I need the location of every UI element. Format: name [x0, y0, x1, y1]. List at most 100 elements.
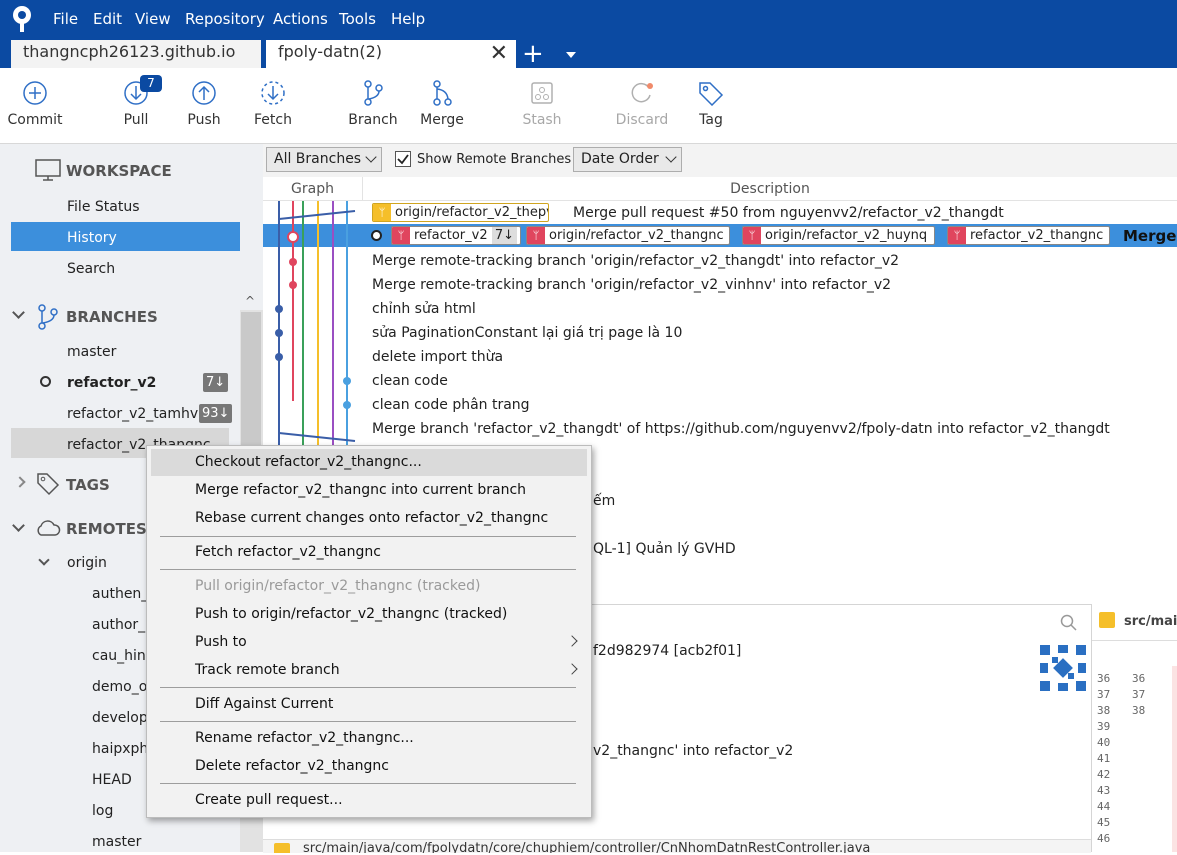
pull-button[interactable]: 7 Pull — [101, 75, 171, 128]
menu-help[interactable]: Help — [391, 10, 425, 28]
discard-button[interactable]: Discard — [607, 80, 677, 128]
chevron-down-icon[interactable] — [38, 554, 50, 566]
close-icon[interactable]: ✕ — [490, 41, 508, 66]
remote-origin[interactable]: origin — [67, 550, 107, 576]
graph-column-header[interactable]: Graph — [263, 177, 363, 201]
remote-branch-item[interactable]: author_h — [92, 612, 154, 638]
menu-repository[interactable]: Repository — [185, 10, 265, 28]
menu-item-pull-tracked[interactable]: Pull origin/refactor_v2_thangnc (tracked… — [148, 573, 590, 600]
remotes-header[interactable]: REMOTES — [66, 520, 147, 544]
tag-button[interactable]: Tag — [676, 80, 746, 128]
merge-button[interactable]: Merge — [407, 80, 477, 128]
search-icon[interactable] — [1060, 614, 1078, 632]
sidebar-scroll-thumb[interactable] — [241, 312, 261, 452]
commit-message[interactable]: Merge remote-tracking branch 'origin/ref… — [372, 249, 899, 273]
menu-item-diff-against-current[interactable]: Diff Against Current — [148, 691, 590, 718]
file-list-row[interactable]: src/main/java/com/fpolydatn/core/chuphie… — [263, 839, 1091, 853]
commit-message-detail: v2_thangnc' into refactor_v2 — [593, 743, 794, 759]
stash-label: Stash — [522, 112, 562, 128]
menu-tools[interactable]: Tools — [339, 10, 376, 28]
show-remote-checkbox[interactable] — [395, 151, 411, 167]
menu-actions[interactable]: Actions — [273, 10, 328, 28]
commit-message[interactable]: delete import thừa — [372, 345, 503, 369]
fetch-label: Fetch — [254, 112, 292, 128]
title-bar: File Edit View Repository Actions Tools … — [0, 0, 1177, 38]
branch-icon — [364, 80, 383, 106]
scroll-up-icon[interactable]: ^ — [245, 294, 255, 308]
line-number: 36 — [1097, 672, 1111, 685]
commit-message[interactable]: clean code phân trang — [372, 393, 530, 417]
ref-label-local[interactable]: ᛘ refactor_v2 7↓ — [391, 226, 521, 245]
commit-message[interactable]: sửa PaginationConstant lại giá trị page … — [372, 321, 682, 345]
diff-removed-gutter — [1172, 666, 1177, 852]
remote-branch-item[interactable]: haipxph — [92, 736, 148, 762]
menu-separator — [160, 687, 576, 688]
sidebar-item-history[interactable]: History — [67, 225, 117, 251]
ref-label-remote[interactable]: ᛘ origin/refactor_v2_thangnc — [526, 226, 730, 245]
commit-button[interactable]: Commit — [0, 80, 70, 128]
tags-header[interactable]: TAGS — [66, 476, 110, 500]
sidebar-item-search[interactable]: Search — [67, 256, 115, 282]
line-number: 40 — [1097, 736, 1111, 749]
menu-item-delete[interactable]: Delete refactor_v2_thangnc — [148, 753, 590, 780]
branch-button[interactable]: Branch — [338, 80, 408, 128]
menu-item-rename[interactable]: Rename refactor_v2_thangnc... — [148, 725, 590, 752]
push-button[interactable]: Push — [169, 80, 239, 128]
menu-item-push-tracked[interactable]: Push to origin/refactor_v2_thangnc (trac… — [148, 601, 590, 628]
chevron-down-icon[interactable] — [12, 519, 25, 532]
commit-message[interactable]: Merge branch 'refactor_v2_thangdt' of ht… — [372, 417, 1110, 441]
menu-view[interactable]: View — [135, 10, 171, 28]
remote-branch-item[interactable]: develop — [92, 705, 148, 731]
line-number: 39 — [1097, 720, 1111, 733]
tab-repo-fpoly-datn[interactable]: fpoly-datn(2) ✕ — [266, 40, 516, 68]
remote-branch-item[interactable]: log — [92, 798, 113, 824]
menu-item-push-to[interactable]: Push to — [148, 629, 590, 656]
branch-item-refactor-v2[interactable]: refactor_v2 — [67, 370, 156, 396]
ref-label-local[interactable]: ᛘ refactor_v2_thangnc — [947, 226, 1110, 245]
line-number: 45 — [1097, 816, 1111, 829]
commit-message[interactable]: QL-1] Quản lý GVHD — [593, 537, 736, 561]
sidebar-item-file-status[interactable]: File Status — [67, 194, 140, 220]
ref-name: refactor_v2 — [414, 228, 488, 243]
file-path: src/main/java/com/fpolydatn/core/chuphie… — [303, 841, 871, 853]
menu-item-merge[interactable]: Merge refactor_v2_thangnc into current b… — [148, 477, 590, 504]
description-column-header[interactable]: Description — [363, 177, 1177, 201]
chevron-down-icon[interactable] — [12, 306, 25, 319]
commit-message[interactable]: Merge pull request #50 from nguyenvv2/re… — [573, 201, 1004, 225]
commit-message[interactable]: chỉnh sửa html — [372, 297, 476, 321]
order-select[interactable]: Date Order — [573, 147, 682, 172]
workspace-header[interactable]: WORKSPACE — [66, 162, 172, 186]
remote-branch-item[interactable]: master — [92, 829, 141, 855]
menu-item-track-remote[interactable]: Track remote branch — [148, 657, 590, 684]
branch-ref-icon: ᛘ — [743, 227, 761, 244]
fetch-button[interactable]: Fetch — [238, 80, 308, 128]
branch-item-master[interactable]: master — [67, 339, 116, 365]
discard-icon — [631, 82, 653, 103]
menu-edit[interactable]: Edit — [93, 10, 122, 28]
branch-filter-select[interactable]: All Branches — [266, 147, 382, 172]
remote-branch-item[interactable]: demo_o — [92, 674, 147, 700]
commit-message[interactable]: Merge remote-tracking branch 'origin/ref… — [372, 273, 891, 297]
branch-item-refactor-v2-tamhv[interactable]: refactor_v2_tamhv — [67, 401, 198, 427]
commit-message[interactable]: clean code — [372, 369, 448, 393]
branches-header[interactable]: BRANCHES — [66, 308, 158, 332]
menu-item-create-pull-request[interactable]: Create pull request... — [148, 787, 590, 814]
remote-branch-item[interactable]: HEAD — [92, 767, 132, 793]
menu-item-fetch[interactable]: Fetch refactor_v2_thangnc — [148, 539, 590, 566]
tag-icon — [699, 82, 724, 106]
tab-dropdown-icon[interactable] — [566, 52, 576, 58]
divider — [1092, 640, 1177, 641]
chevron-right-icon[interactable] — [14, 476, 26, 488]
commit-message[interactable]: Merge r — [1123, 224, 1177, 248]
new-tab-plus-icon[interactable]: + — [522, 41, 544, 67]
ref-label-remote[interactable]: ᛘ origin/refactor_v2_huynq — [742, 226, 935, 245]
commit-message[interactable]: ếm — [593, 489, 615, 513]
sidebar-item-history-selected[interactable] — [11, 222, 240, 251]
stash-button[interactable]: Stash — [507, 80, 577, 128]
menu-file[interactable]: File — [53, 10, 78, 28]
menu-item-checkout[interactable]: Checkout refactor_v2_thangnc... — [151, 449, 587, 476]
monitor-icon — [35, 159, 61, 181]
tab-repo-github-io[interactable]: thangncph26123.github.io — [11, 40, 261, 68]
menu-item-rebase[interactable]: Rebase current changes onto refactor_v2_… — [148, 505, 590, 532]
ref-label-remote[interactable]: ᛘ origin/refactor_v2_thepv — [372, 203, 549, 222]
